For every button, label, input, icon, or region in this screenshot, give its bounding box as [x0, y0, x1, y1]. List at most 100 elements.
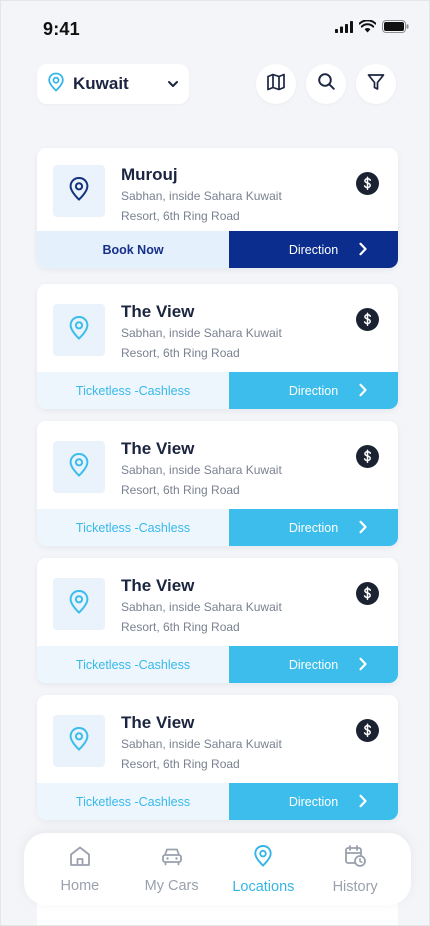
paid-parking-icon	[356, 445, 379, 468]
payment-tag: Ticketless -Cashless	[37, 509, 229, 546]
direction-label: Direction	[288, 242, 339, 257]
location-card[interactable]: The View Sabhan, inside Sahara Kuwait Re…	[37, 284, 398, 409]
map-pin-icon	[68, 726, 90, 757]
paid-parking-icon	[356, 582, 379, 605]
location-name: The View	[121, 713, 195, 732]
card-header: The View Sabhan, inside Sahara Kuwait Re…	[37, 284, 398, 372]
location-thumbnail	[53, 165, 105, 217]
direction-label: Direction	[288, 520, 339, 535]
book-now-button[interactable]: Book Now	[37, 231, 229, 268]
address-line-2: Resort, 6th Ring Road	[121, 620, 240, 634]
nav-item-locations[interactable]: Locations	[223, 844, 303, 895]
top-bar: Kuwait	[37, 63, 396, 105]
address-line-2: Resort, 6th Ring Road	[121, 483, 240, 497]
location-address: Sabhan, inside Sahara Kuwait Resort, 6th…	[121, 186, 321, 226]
direction-button[interactable]: Direction	[229, 783, 398, 820]
direction-button[interactable]: Direction	[229, 372, 398, 409]
location-card[interactable]: The View Sabhan, inside Sahara Kuwait Re…	[37, 421, 398, 546]
direction-button[interactable]: Direction	[229, 231, 398, 268]
bottom-nav: Home My Cars Locations History	[24, 833, 411, 905]
address-line-1: Sabhan, inside Sahara Kuwait	[121, 463, 282, 477]
card-header: The View Sabhan, inside Sahara Kuwait Re…	[37, 695, 398, 783]
address-line-2: Resort, 6th Ring Road	[121, 346, 240, 360]
direction-button[interactable]: Direction	[229, 509, 398, 546]
calendar-clock-icon	[343, 844, 367, 873]
map-button[interactable]	[256, 64, 296, 104]
location-card[interactable]: Murouj Sabhan, inside Sahara Kuwait Reso…	[37, 148, 398, 268]
chevron-right-icon	[358, 520, 368, 537]
address-line-2: Resort, 6th Ring Road	[121, 757, 240, 771]
card-header: The View Sabhan, inside Sahara Kuwait Re…	[37, 558, 398, 646]
home-icon	[68, 845, 92, 872]
location-name: Murouj	[121, 165, 178, 184]
map-pin-icon	[68, 589, 90, 620]
direction-button[interactable]: Direction	[229, 646, 398, 683]
chevron-right-icon	[358, 383, 368, 400]
card-actions: Ticketless -Cashless Direction	[37, 646, 398, 683]
chevron-right-icon	[358, 794, 368, 811]
nav-label: History	[332, 878, 378, 895]
paid-parking-icon	[356, 719, 379, 742]
nav-label: Home	[60, 877, 100, 894]
chevron-right-icon	[358, 242, 368, 259]
card-actions: Book Now Direction	[37, 231, 398, 268]
address-line-1: Sabhan, inside Sahara Kuwait	[121, 326, 282, 340]
address-line-1: Sabhan, inside Sahara Kuwait	[121, 189, 282, 203]
card-actions: Ticketless -Cashless Direction	[37, 509, 398, 546]
address-line-1: Sabhan, inside Sahara Kuwait	[121, 737, 282, 751]
location-address: Sabhan, inside Sahara Kuwait Resort, 6th…	[121, 460, 321, 500]
app-screen: 9:41 Kuwait Murouj Sabhan, inside Sahara…	[0, 0, 430, 926]
location-address: Sabhan, inside Sahara Kuwait Resort, 6th…	[121, 597, 321, 637]
address-line-2: Resort, 6th Ring Road	[121, 209, 240, 223]
battery-icon	[382, 20, 409, 38]
paid-parking-icon	[356, 308, 379, 331]
direction-label: Direction	[288, 794, 339, 809]
payment-tag: Ticketless -Cashless	[37, 783, 229, 820]
direction-label: Direction	[288, 657, 339, 672]
status-bar: 9:41	[1, 1, 429, 57]
status-icons	[335, 19, 409, 38]
location-address: Sabhan, inside Sahara Kuwait Resort, 6th…	[121, 323, 321, 363]
location-name: The View	[121, 439, 195, 458]
paid-parking-icon	[356, 172, 379, 195]
status-time: 9:41	[43, 18, 80, 39]
card-actions: Ticketless -Cashless Direction	[37, 372, 398, 409]
wifi-icon	[358, 19, 377, 38]
location-name: The View	[121, 302, 195, 321]
card-actions: Ticketless -Cashless Direction	[37, 783, 398, 820]
map-pin-icon	[47, 72, 65, 97]
chevron-down-icon	[167, 75, 179, 93]
location-card[interactable]: The View Sabhan, inside Sahara Kuwait Re…	[37, 558, 398, 683]
map-icon	[266, 72, 286, 97]
card-header: The View Sabhan, inside Sahara Kuwait Re…	[37, 421, 398, 509]
filter-icon	[366, 72, 386, 97]
location-thumbnail	[53, 441, 105, 493]
location-selector[interactable]: Kuwait	[37, 64, 189, 104]
location-address: Sabhan, inside Sahara Kuwait Resort, 6th…	[121, 734, 321, 774]
location-name: The View	[121, 576, 195, 595]
top-actions	[256, 64, 396, 104]
location-thumbnail	[53, 715, 105, 767]
nav-item-history[interactable]: History	[315, 844, 395, 895]
map-pin-icon	[68, 452, 90, 483]
filter-button[interactable]	[356, 64, 396, 104]
nav-label: Locations	[232, 878, 295, 895]
location-card[interactable]: The View Sabhan, inside Sahara Kuwait Re…	[37, 695, 398, 820]
location-thumbnail	[53, 304, 105, 356]
signal-icon	[335, 20, 353, 38]
map-pin-icon	[68, 315, 90, 346]
nav-label: My Cars	[144, 877, 199, 894]
address-line-1: Sabhan, inside Sahara Kuwait	[121, 600, 282, 614]
map-pin-icon	[252, 844, 274, 873]
location-label: Kuwait	[73, 74, 129, 93]
card-header: Murouj Sabhan, inside Sahara Kuwait Reso…	[37, 148, 398, 231]
location-thumbnail	[53, 578, 105, 630]
search-icon	[317, 72, 336, 96]
nav-item-my-cars[interactable]: My Cars	[132, 845, 212, 894]
direction-label: Direction	[288, 383, 339, 398]
payment-tag: Ticketless -Cashless	[37, 372, 229, 409]
search-button[interactable]	[306, 64, 346, 104]
nav-item-home[interactable]: Home	[40, 845, 120, 894]
map-pin-icon	[68, 176, 90, 207]
payment-tag: Ticketless -Cashless	[37, 646, 229, 683]
